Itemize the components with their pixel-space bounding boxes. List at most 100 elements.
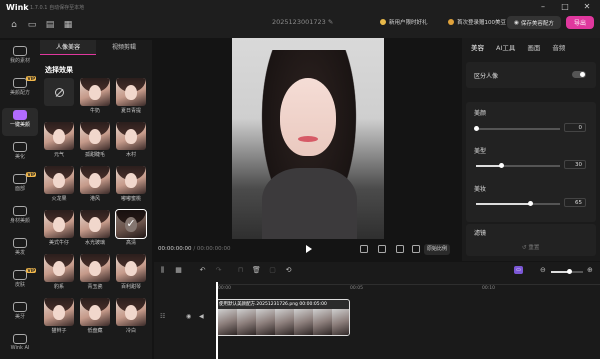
beauty-slider-knob[interactable] [473, 126, 479, 131]
zoom-control[interactable]: ⊖ ⊕ [540, 266, 596, 276]
minimize-icon[interactable]: – [538, 2, 548, 12]
grid-icon[interactable]: ▦ [174, 266, 183, 274]
rail-item[interactable]: 我的素材 [2, 44, 38, 72]
rail-item-icon [13, 46, 27, 56]
rail-item[interactable]: 皮肤 VIP [2, 268, 38, 296]
effect-item[interactable]: 猫辫子 [44, 298, 74, 334]
home-icon[interactable]: ⌂ [8, 20, 20, 30]
shape-slider-knob[interactable] [498, 163, 504, 168]
effect-item[interactable]: 冷白 [116, 298, 146, 334]
effect-item[interactable]: 元气 [44, 122, 74, 158]
track-handle-icon[interactable]: ☷ [160, 313, 165, 320]
thumb-face [89, 261, 101, 276]
effect-item[interactable]: 夏日青提 [116, 78, 146, 114]
rail-item[interactable]: 一键美颜 [2, 108, 38, 136]
split-icon[interactable]: ⊓ [236, 266, 245, 274]
split-view-icon[interactable]: ⫼ [158, 266, 167, 274]
makeup-slider-knob[interactable] [528, 201, 534, 206]
effect-item[interactable]: 嘟嘟蜜桃 [116, 166, 146, 202]
effect-item[interactable]: 青玉瓷 [80, 254, 110, 290]
effect-item[interactable]: ✓ 高清 [115, 209, 147, 246]
crop-icon[interactable] [378, 245, 386, 253]
effect-item[interactable]: 火龙果 [44, 166, 74, 202]
adjust-icon[interactable] [396, 245, 404, 253]
shape-value[interactable]: 30 [564, 160, 586, 169]
distinguish-label: 区分人像 [474, 73, 499, 80]
rail-item[interactable]: 美牙 [2, 300, 38, 328]
fullscreen-icon[interactable] [412, 245, 420, 253]
tab-beauty[interactable]: 美容 [466, 40, 489, 56]
tab-picture[interactable]: 画面 [522, 40, 545, 56]
effect-item[interactable]: 美式牛仔 [44, 210, 74, 246]
speaker-icon[interactable]: ◀ [199, 313, 204, 320]
close-icon[interactable]: ✕ [582, 2, 592, 12]
timecode: 00:00:00:00 / 00:00:00:00 [158, 246, 231, 252]
effect-item[interactable]: 水光玻璃 [80, 210, 110, 246]
beauty-slider[interactable] [473, 126, 560, 131]
reset-label: 重置 [528, 245, 540, 251]
effect-item[interactable]: 牛奶 [80, 78, 110, 114]
effect-thumb [116, 166, 146, 194]
playhead[interactable] [216, 282, 218, 359]
zoom-slider[interactable] [551, 269, 583, 274]
zoom-in-icon[interactable]: ⊕ [587, 266, 593, 274]
effect-item[interactable]: 孤甜睫毛 [80, 122, 110, 158]
rail-item[interactable]: 美发 [2, 236, 38, 264]
shape-slider[interactable] [476, 163, 560, 168]
effect-label: 高清 [125, 240, 136, 246]
reset-button[interactable]: ↺ 重置 [522, 243, 539, 251]
promo-login[interactable]: 首次登录赠100美豆 [448, 18, 506, 26]
tab-ai-tools[interactable]: AI工具 [491, 40, 520, 56]
rail-item[interactable]: 面部 VIP [2, 172, 38, 200]
effect-thumb: ✓ [115, 209, 147, 239]
rail-item[interactable]: Wink AI [2, 332, 38, 359]
tab-audio[interactable]: 音频 [547, 40, 570, 56]
play-icon[interactable] [306, 245, 312, 253]
effect-label: 火龙果 [51, 196, 67, 202]
effect-item[interactable]: 百利甜琴 [116, 254, 146, 290]
ratio-button[interactable]: 原始比例 [424, 244, 451, 255]
preview-controls: 00:00:00:00 / 00:00:00:00 原始比例 [154, 240, 460, 260]
zoom-out-icon[interactable]: ⊖ [540, 266, 546, 274]
zoom-slider-knob[interactable] [567, 269, 572, 274]
delete-icon[interactable]: 🗑 [252, 266, 261, 274]
distinguish-toggle[interactable] [572, 71, 586, 78]
export-button[interactable]: 导出 [566, 16, 594, 29]
maximize-icon[interactable]: □ [560, 2, 570, 12]
undo-icon[interactable]: ↶ [198, 266, 207, 274]
rail-item[interactable]: 身材美颜 [2, 204, 38, 232]
folder-icon[interactable]: ▭ [26, 20, 38, 30]
effect-item[interactable]: 港风 [80, 166, 110, 202]
thumb-face [53, 173, 65, 188]
file-icon[interactable]: ▤ [44, 20, 56, 30]
save-recipe-button[interactable]: ◉ 保存美容配方 [507, 16, 561, 29]
autosave-status: 自动保存至本地 [49, 5, 85, 11]
eye-icon[interactable]: ◉ [186, 313, 191, 320]
effect-item[interactable]: 低盘藏 [80, 298, 110, 334]
promo-new-user[interactable]: 新用户限时好礼 [380, 18, 428, 26]
layout-icon[interactable]: ▦ [62, 20, 74, 30]
effect-item[interactable]: 豹系 [44, 254, 74, 290]
makeup-slider[interactable] [476, 201, 560, 206]
beauty-value[interactable]: 0 [564, 123, 586, 132]
clip-frame [218, 309, 237, 335]
effect-item[interactable]: 木村 [116, 122, 146, 158]
rail-item[interactable]: 美颜配方 VIP [2, 76, 38, 104]
copy-icon[interactable]: ▢ [268, 266, 277, 274]
redo-icon[interactable]: ↷ [214, 266, 223, 274]
tab-video-edit[interactable]: 视频剪辑 [96, 40, 152, 55]
video-clip[interactable]: 使用默认美颜配方.20251231726.png 00:00:05:00 [216, 299, 350, 336]
slider-label-shape: 美型 [474, 148, 487, 155]
compare-icon[interactable] [360, 245, 368, 253]
project-name[interactable]: 2025123001723 ✎ [272, 18, 333, 26]
makeup-value[interactable]: 65 [564, 198, 586, 207]
rail-item[interactable]: 美化 [2, 140, 38, 168]
filter-label: 滤镜 [474, 230, 487, 237]
effect-item[interactable] [44, 78, 74, 107]
magnet-icon[interactable]: ▭ [514, 266, 523, 274]
thumb-face [89, 85, 101, 100]
edit-icon[interactable]: ✎ [328, 18, 333, 26]
makeup-slider-fill [476, 203, 531, 205]
tab-portrait-beauty[interactable]: 人像美容 [40, 40, 96, 55]
replace-icon[interactable]: ⟲ [284, 266, 293, 274]
